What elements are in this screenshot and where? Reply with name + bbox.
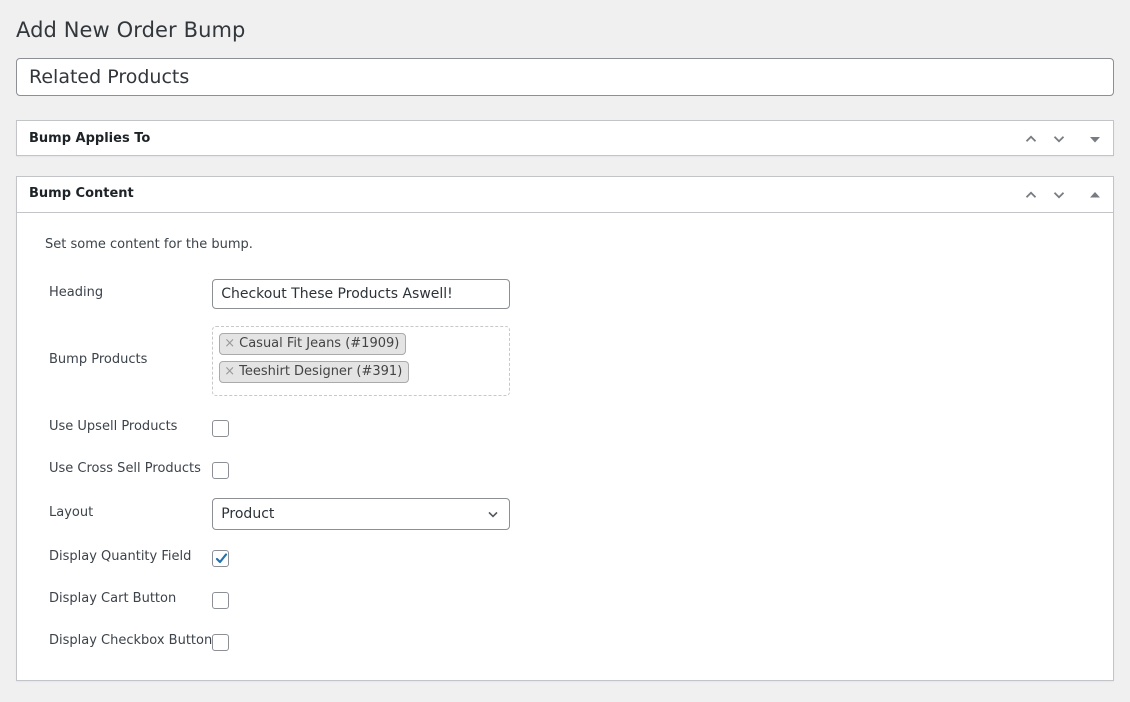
bump-content-form: Heading Bump Products xyxy=(29,273,511,663)
label-display-checkbox-button: Display Checkbox Button xyxy=(49,633,213,649)
label-use-upsell-products: Use Upsell Products xyxy=(49,419,178,435)
panel-header-bump-content[interactable]: Bump Content xyxy=(17,177,1113,213)
panel-description: Set some content for the bump. xyxy=(45,237,253,252)
page-title: Add New Order Bump xyxy=(16,18,246,42)
panel-handle-actions xyxy=(1017,121,1109,157)
field-row-use-upsell-products: Use Upsell Products xyxy=(29,407,510,449)
display-quantity-field-checkbox[interactable] xyxy=(212,550,230,567)
label-layout: Layout xyxy=(49,505,94,521)
panel-title-bump-applies-to: Bump Applies To xyxy=(29,130,151,146)
chevron-down-icon xyxy=(485,506,501,522)
use-cross-sell-products-checkbox[interactable] xyxy=(212,462,230,479)
admin-page: Add New Order Bump Bump Applies To xyxy=(0,0,1130,702)
label-use-cross-sell-products: Use Cross Sell Products xyxy=(49,461,201,477)
field-row-layout: Layout Product xyxy=(29,491,511,537)
panel-title-bump-content: Bump Content xyxy=(29,186,134,202)
panel-body-bump-content: Set some content for the bump. Heading B… xyxy=(17,213,1113,677)
display-checkbox-button-checkbox[interactable] xyxy=(212,634,230,651)
label-display-cart-button: Display Cart Button xyxy=(49,591,177,607)
remove-tag-icon[interactable]: × xyxy=(224,337,235,350)
use-upsell-products-checkbox[interactable] xyxy=(212,420,230,437)
heading-input[interactable] xyxy=(212,278,511,309)
chevron-up-icon[interactable] xyxy=(1017,123,1045,155)
selected-tags-list: × Casual Fit Jeans (#1909) × Teeshirt De… xyxy=(219,332,504,388)
field-row-display-quantity-field: Display Quantity Field xyxy=(29,537,510,579)
chevron-up-icon[interactable] xyxy=(1017,179,1045,211)
product-tag[interactable]: × Teeshirt Designer (#391) xyxy=(219,360,410,383)
field-row-bump-products: Bump Products × Casual Fit Jeans (#1909) xyxy=(29,315,511,407)
triangle-up-icon[interactable] xyxy=(1081,179,1109,211)
field-row-display-cart-button: Display Cart Button xyxy=(29,579,510,621)
product-tag[interactable]: × Casual Fit Jeans (#1909) xyxy=(219,332,407,355)
bump-products-multiselect[interactable]: × Casual Fit Jeans (#1909) × Teeshirt De… xyxy=(212,325,511,396)
field-row-heading: Heading xyxy=(29,273,511,315)
label-heading: Heading xyxy=(49,285,104,301)
product-tag-label: Teeshirt Designer (#391) xyxy=(239,363,403,379)
field-row-display-checkbox-button: Display Checkbox Button xyxy=(29,621,510,663)
triangle-down-icon[interactable] xyxy=(1081,123,1109,155)
field-row-use-cross-sell-products: Use Cross Sell Products xyxy=(29,449,510,491)
post-title-field-wrapper xyxy=(16,58,1114,96)
chevron-down-icon[interactable] xyxy=(1045,179,1073,211)
label-display-quantity-field: Display Quantity Field xyxy=(49,549,192,565)
remove-tag-icon[interactable]: × xyxy=(224,365,235,378)
display-cart-button-checkbox[interactable] xyxy=(212,592,230,609)
label-bump-products: Bump Products xyxy=(49,352,148,368)
layout-select[interactable]: Product xyxy=(212,497,511,530)
chevron-down-icon[interactable] xyxy=(1045,123,1073,155)
post-title-input[interactable] xyxy=(17,59,1113,95)
panel-header-bump-applies-to[interactable]: Bump Applies To xyxy=(17,121,1113,157)
layout-select-value: Product xyxy=(221,505,275,522)
panel-handle-actions xyxy=(1017,177,1109,213)
panel-bump-content: Bump Content Set some content for the bu… xyxy=(16,176,1114,681)
product-tag-label: Casual Fit Jeans (#1909) xyxy=(239,335,400,351)
panel-bump-applies-to: Bump Applies To xyxy=(16,120,1114,156)
